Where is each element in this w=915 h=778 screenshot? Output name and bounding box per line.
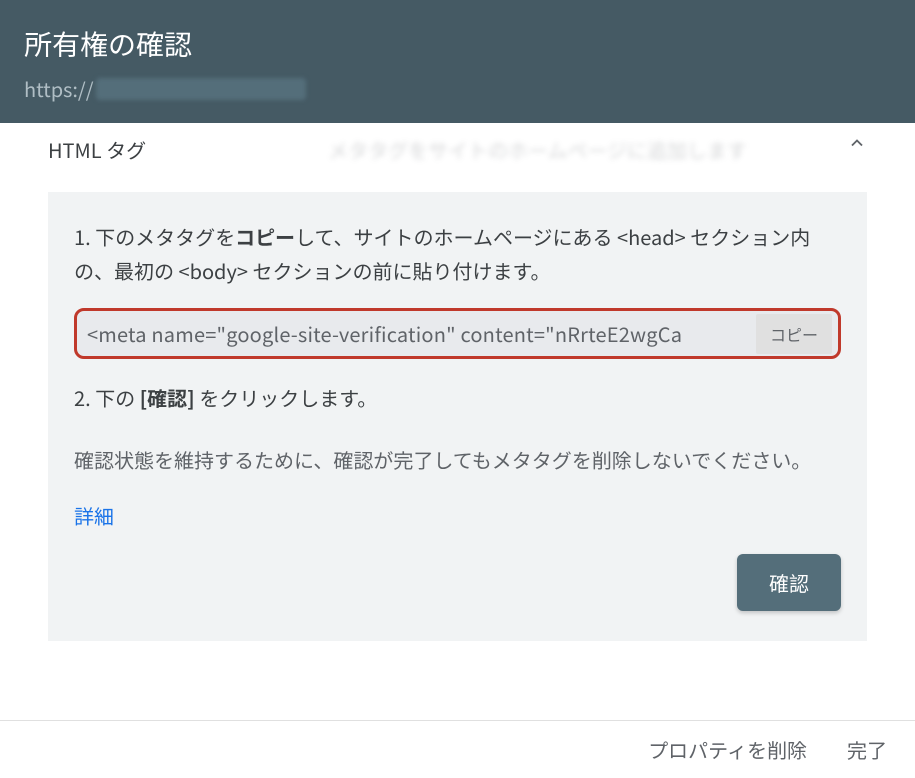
dialog-title: 所有権の確認	[24, 24, 891, 64]
dialog-content: HTML タグ メタタグをサイトのホームページに追加します 1. 下のメタタグを…	[0, 123, 915, 641]
verify-button[interactable]: 確認	[737, 554, 841, 611]
meta-tag-field[interactable]: <meta name="google-site-verification" co…	[74, 308, 841, 359]
panel-actions: 確認	[74, 554, 841, 611]
step-1: 1. 下のメタタグをコピーして、サイトのホームページにある <head> セクシ…	[74, 220, 841, 288]
copy-button[interactable]: コピー	[756, 314, 832, 354]
step-2: 2. 下の [確認] をクリックします。	[74, 381, 841, 415]
verification-method-row[interactable]: HTML タグ メタタグをサイトのホームページに追加します	[48, 123, 867, 172]
chevron-up-icon[interactable]	[847, 133, 867, 153]
step2-prefix: 2. 下の	[74, 383, 140, 412]
url-prefix: https://	[24, 74, 94, 103]
step1-prefix: 1. 下のメタタグを	[74, 222, 235, 251]
meta-tag-text: <meta name="google-site-verification" co…	[87, 319, 682, 348]
property-url: https://	[24, 74, 891, 103]
step2-suffix: をクリックします。	[195, 383, 377, 412]
step2-bold: [確認]	[140, 383, 195, 412]
details-link[interactable]: 詳細	[74, 501, 114, 530]
instructions-panel: 1. 下のメタタグをコピーして、サイトのホームページにある <head> セクシ…	[48, 192, 867, 641]
url-obscured	[96, 78, 306, 100]
dialog-footer: プロパティを削除 完了	[0, 720, 915, 778]
remove-property-button[interactable]: プロパティを削除	[648, 735, 807, 764]
method-label: HTML タグ	[48, 135, 328, 164]
method-description: メタタグをサイトのホームページに追加します	[328, 135, 867, 164]
step1-bold: コピー	[235, 222, 295, 251]
dialog-header: 所有権の確認 https://	[0, 0, 915, 123]
done-button[interactable]: 完了	[847, 735, 887, 764]
persistence-note: 確認状態を維持するために、確認が完了してもメタタグを削除しないでください。	[74, 443, 841, 477]
